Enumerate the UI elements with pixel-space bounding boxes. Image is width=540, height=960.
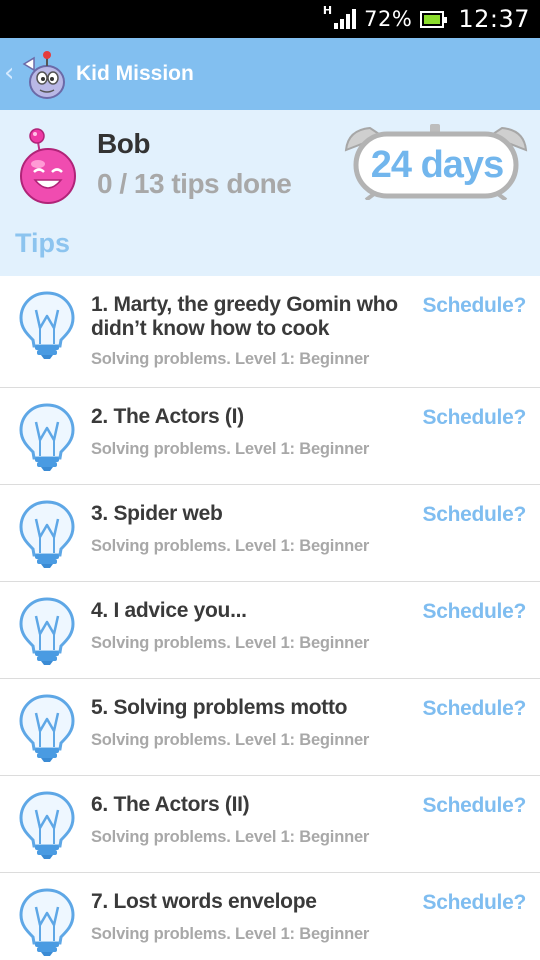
schedule-button[interactable]: Schedule? bbox=[423, 406, 527, 430]
pink-smiley-avatar-icon bbox=[20, 128, 76, 204]
tip-subtitle: Solving problems. Level 1: Beginner bbox=[91, 440, 370, 458]
section-title-tips: Tips bbox=[15, 228, 71, 258]
schedule-button[interactable]: Schedule? bbox=[423, 891, 527, 915]
tips-progress: 0 / 13 tips done bbox=[97, 168, 292, 199]
lightbulb-icon bbox=[19, 694, 75, 763]
signal-icon bbox=[334, 9, 357, 29]
schedule-button[interactable]: Schedule? bbox=[423, 294, 527, 318]
tip-subtitle: Solving problems. Level 1: Beginner bbox=[91, 925, 370, 943]
tip-title: 1. Marty, the greedy Gomin who didn’t kn… bbox=[91, 293, 398, 340]
list-item[interactable]: 4. I advice you... Solving problems. Lev… bbox=[0, 582, 540, 679]
tip-title: 6. The Actors (II) bbox=[91, 793, 250, 816]
lightbulb-icon bbox=[19, 888, 75, 957]
list-item[interactable]: 3. Spider web Solving problems. Level 1:… bbox=[0, 485, 540, 582]
battery-percent: 72% bbox=[364, 7, 413, 31]
clock-time: 12:37 bbox=[458, 5, 530, 33]
tip-title: 3. Spider web bbox=[91, 502, 223, 525]
schedule-button[interactable]: Schedule? bbox=[423, 794, 527, 818]
app-bar[interactable]: ‹ Kid Mission bbox=[0, 38, 540, 110]
status-icons: H 72% 12:37 bbox=[323, 0, 530, 38]
mascot-logo-icon[interactable] bbox=[20, 48, 68, 100]
lightbulb-icon bbox=[19, 291, 75, 360]
tip-title: 4. I advice you... bbox=[91, 599, 247, 622]
tip-subtitle: Solving problems. Level 1: Beginner bbox=[91, 350, 370, 368]
list-item[interactable]: 1. Marty, the greedy Gomin who didn’t kn… bbox=[0, 276, 540, 388]
chevron-left-icon[interactable]: ‹ bbox=[4, 58, 18, 88]
list-item[interactable]: 6. The Actors (II) Solving problems. Lev… bbox=[0, 776, 540, 873]
kid-name: Bob bbox=[97, 128, 150, 159]
schedule-button[interactable]: Schedule? bbox=[423, 600, 527, 624]
tip-title: 5. Solving problems motto bbox=[91, 696, 348, 719]
tip-subtitle: Solving problems. Level 1: Beginner bbox=[91, 537, 370, 555]
list-item[interactable]: 2. The Actors (I) Solving problems. Leve… bbox=[0, 388, 540, 485]
lightbulb-icon bbox=[19, 403, 75, 472]
network-type-label: H bbox=[322, 3, 333, 17]
days-counter: 24 days bbox=[370, 143, 504, 186]
lightbulb-icon bbox=[19, 500, 75, 569]
tip-subtitle: Solving problems. Level 1: Beginner bbox=[91, 731, 370, 749]
list-item[interactable]: 7. Lost words envelope Solving problems.… bbox=[0, 873, 540, 960]
schedule-button[interactable]: Schedule? bbox=[423, 503, 527, 527]
status-bar: H 72% 12:37 bbox=[0, 0, 540, 38]
lightbulb-icon bbox=[19, 791, 75, 860]
app-title: Kid Mission bbox=[76, 62, 194, 85]
profile-header: Bob 0 / 13 tips done 24 days Tips bbox=[0, 110, 540, 276]
tip-subtitle: Solving problems. Level 1: Beginner bbox=[91, 828, 370, 846]
tip-subtitle: Solving problems. Level 1: Beginner bbox=[91, 634, 370, 652]
tips-list: 1. Marty, the greedy Gomin who didn’t kn… bbox=[0, 276, 540, 960]
battery-icon bbox=[420, 10, 448, 28]
schedule-button[interactable]: Schedule? bbox=[423, 697, 527, 721]
list-item[interactable]: 5. Solving problems motto Solving proble… bbox=[0, 679, 540, 776]
lightbulb-icon bbox=[19, 597, 75, 666]
tip-title: 2. The Actors (I) bbox=[91, 405, 244, 428]
tip-title: 7. Lost words envelope bbox=[91, 890, 317, 913]
